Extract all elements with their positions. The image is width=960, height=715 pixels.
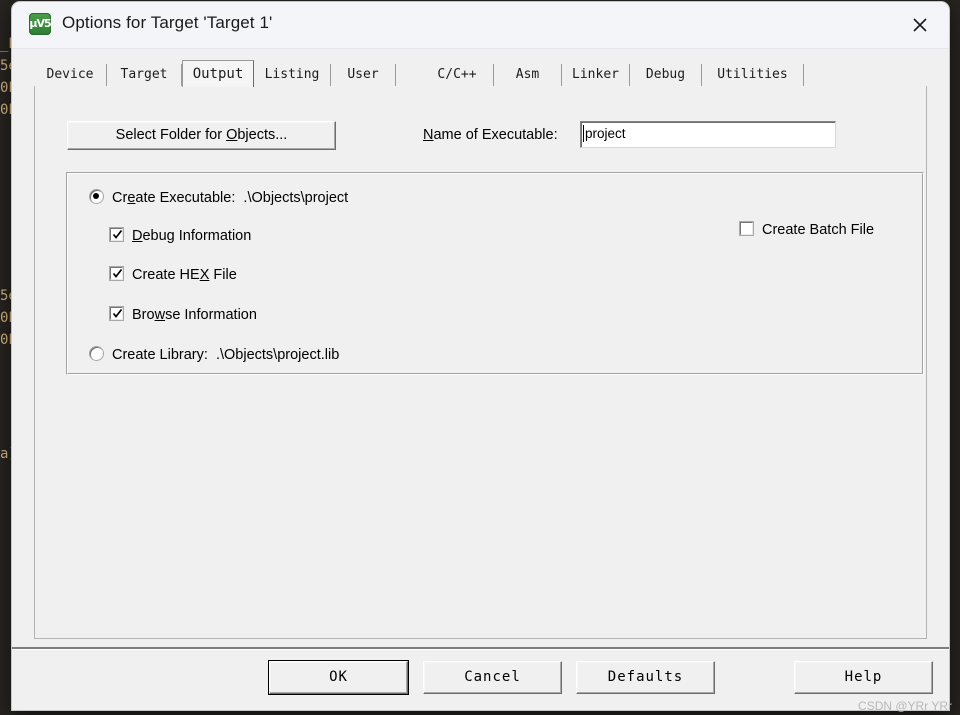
tab-device[interactable]: Device [34,64,107,86]
close-icon[interactable] [891,2,949,47]
text-caret [583,125,584,142]
browse-information-label-pre: Bro [132,307,155,324]
create-executable-label-post: ate Executable: [135,190,236,207]
tab-target[interactable]: Target [107,64,182,86]
defaults-button[interactable]: Defaults [576,661,715,694]
create-library-path: .\Objects\project.lib [215,347,340,364]
create-executable-label-pre: Cr [112,190,128,207]
dialog-titlebar: μV5 Options for Target 'Target 1' [12,2,949,49]
create-executable-radio[interactable] [90,190,103,203]
tab-output[interactable]: Output [182,60,254,87]
create-batch-file-checkbox[interactable] [740,222,753,235]
tab-asm[interactable]: Asm [494,64,562,86]
create-library-radio-row[interactable]: Create Library: .\Objects\project.lib [90,345,339,365]
name-of-executable-label: Name of Executable: [423,127,558,143]
tab-utilities[interactable]: Utilities [702,64,804,86]
name-of-executable-input[interactable]: project [580,121,836,148]
select-folder-label-pre: Select Folder for [115,127,227,143]
select-folder-label-post: bjects... [237,127,288,143]
create-batch-file-label: Create Batch File [762,222,875,239]
tab-c-c[interactable]: C/C++ [421,64,494,86]
tab-linker[interactable]: Linker [562,64,630,86]
options-tab-strip: Device Target Output Listing User C/C++ Asm Lin… [34,60,927,87]
create-hex-file-row[interactable]: Create HEX File [110,265,237,285]
debug-information-row[interactable]: Debug Information [110,226,251,246]
output-tab-panel: Select Folder for Objects... Name of Exe… [34,86,927,639]
keil-uvision-icon: μV5 [29,13,52,35]
create-executable-radio-row[interactable]: Create Executable: .\Objects\project [90,188,348,208]
create-library-label: Create Library: [112,347,208,364]
browse-information-row[interactable]: Browse Information [110,305,257,325]
tab-user[interactable]: User [331,64,396,86]
create-hex-file-mnemonic: X [199,267,210,284]
browse-information-checkbox[interactable] [110,307,123,320]
select-folder-mnemonic: O [226,127,238,143]
dialog-title: Options for Target 'Target 1' [62,13,273,32]
ok-button[interactable]: OK [269,661,408,694]
name-of-executable-mnemonic: N [423,127,434,143]
debug-information-label: ebug Information [142,228,252,245]
bottom-separator [12,647,949,650]
browse-information-label-post: se Information [165,307,257,324]
create-batch-file-row[interactable]: Create Batch File [740,220,874,240]
tab-debug[interactable]: Debug [630,64,702,86]
create-executable-path: .\Objects\project [243,190,349,207]
debug-information-checkbox[interactable] [110,228,123,241]
create-hex-file-label-post: File [209,267,237,284]
tab-listing[interactable]: Listing [254,64,331,86]
options-for-target-dialog: μV5 Options for Target 'Target 1' Device… [12,2,949,710]
watermark: CSDN @YRr YRr [858,699,952,713]
create-hex-file-label-pre: Create HE [132,267,200,284]
browse-information-mnemonic: w [154,307,166,324]
create-hex-file-checkbox[interactable] [110,267,123,280]
create-library-radio[interactable] [90,347,103,360]
cancel-button[interactable]: Cancel [423,661,562,694]
keil-uvision-icon-glyph: μV5 [29,17,51,30]
debug-information-mnemonic: D [132,228,143,245]
select-folder-for-objects-button[interactable]: Select Folder for Objects... [67,121,336,150]
help-button[interactable]: Help [794,661,933,694]
name-of-executable-label-rest: ame of Executable: [433,127,558,143]
